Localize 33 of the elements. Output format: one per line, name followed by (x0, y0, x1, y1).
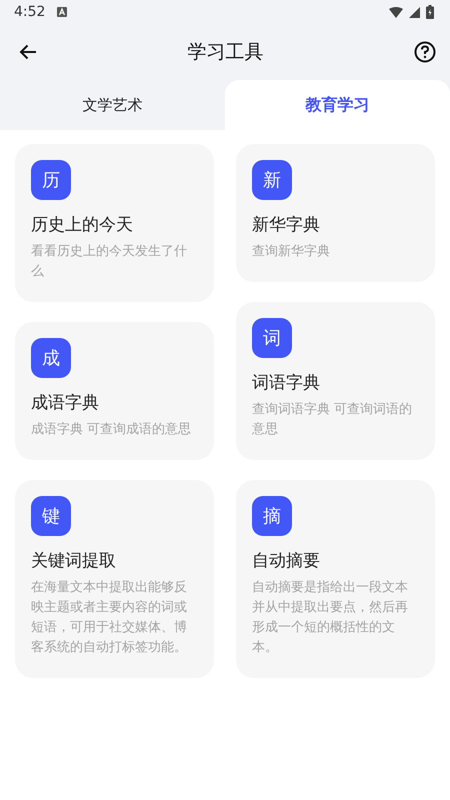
tool-card[interactable]: 键 关键词提取 在海量文本中提取出能够反映主题或者主要内容的词或短语，可用于社交媒体、博客系统的自动打标签功能。 (15, 480, 214, 678)
tool-icon: 摘 (252, 496, 292, 536)
tool-card[interactable]: 新 新华字典 查询新华字典 (236, 144, 435, 282)
back-arrow-icon[interactable] (19, 44, 37, 60)
tool-card[interactable]: 历 历史上的今天 看看历史上的今天发生了什么 (15, 144, 214, 302)
help-icon[interactable] (414, 41, 436, 63)
signal-icon (409, 6, 420, 18)
tool-title: 新华字典 (252, 214, 320, 236)
tool-title: 成语字典 (31, 392, 99, 414)
tool-description: 查询词语字典 可查询词语的意思 (252, 401, 414, 439)
notification-icon (57, 7, 68, 17)
page-title: 学习工具 (186, 40, 264, 65)
tool-icon: 词 (252, 318, 292, 358)
tool-description: 查询新华字典 (252, 243, 330, 261)
wifi-icon (389, 6, 403, 18)
tool-title: 自动摘要 (252, 550, 320, 572)
status-time: 4:52 (14, 4, 46, 20)
battery-icon (426, 5, 434, 19)
tool-card[interactable]: 词 词语字典 查询词语字典 可查询词语的意思 (236, 302, 435, 460)
tool-description: 看看历史上的今天发生了什么 (31, 243, 188, 281)
tool-icon: 历 (31, 160, 71, 200)
category-tab[interactable]: 教育学习 (225, 80, 450, 130)
tool-icon: 键 (31, 496, 71, 536)
tool-icon: 成 (31, 338, 71, 378)
tool-description: 在海量文本中提取出能够反映主题或者主要内容的词或短语，可用于社交媒体、博客系统的自动打标签功能。 (31, 579, 188, 657)
tool-icon: 新 (252, 160, 292, 200)
tool-title: 关键词提取 (31, 550, 116, 572)
tool-card[interactable]: 摘 自动摘要 自动摘要是指给出一段文本并从中提取出要点，然后再形成一个短的概括性的文本。 (236, 480, 435, 678)
tool-card[interactable]: 成 成语字典 成语字典 可查询成语的意思 (15, 322, 214, 460)
tool-description: 成语字典 可查询成语的意思 (31, 421, 192, 439)
tool-title: 历史上的今天 (31, 214, 133, 236)
tool-description: 自动摘要是指给出一段文本并从中提取出要点，然后再形成一个短的概括性的文本。 (252, 579, 409, 657)
tool-title: 词语字典 (252, 372, 320, 394)
